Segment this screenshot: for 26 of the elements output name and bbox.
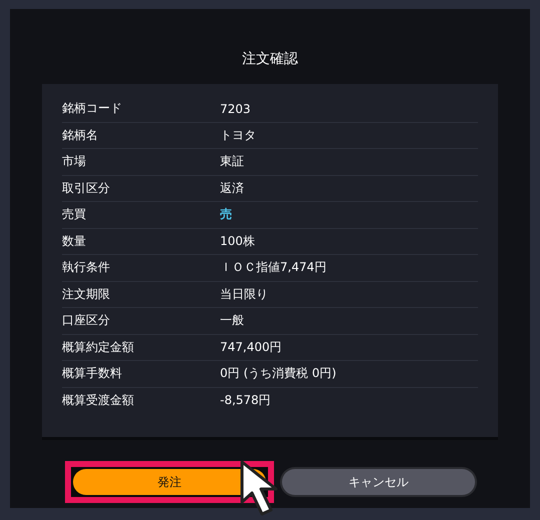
dialog-title: 注文確認 <box>242 50 298 69</box>
field-value: 7203 <box>220 102 251 116</box>
field-value: 東証 <box>220 153 244 170</box>
field-label: 注文期限 <box>62 286 111 303</box>
field-value: トヨタ <box>220 126 256 144</box>
field-label: 数量 <box>62 232 87 250</box>
field-label: 銘柄名 <box>62 126 99 144</box>
field-value: 売 <box>220 206 232 224</box>
field-value: 一般 <box>220 312 244 330</box>
field-value: 0円 (うち消費税 0円) <box>220 365 336 382</box>
cancel-button[interactable]: キャンセル <box>282 469 475 495</box>
field-value: ＩＯＣ指値7,474円 <box>220 259 326 276</box>
field-label: 概算手数料 <box>62 365 123 382</box>
field-label: 取引区分 <box>62 180 111 197</box>
field-label: 売買 <box>62 206 87 224</box>
field-label: 市場 <box>62 153 87 170</box>
field-value: 100株 <box>220 232 255 250</box>
field-value: 747,400円 <box>220 338 282 356</box>
field-value: 当日限り <box>220 286 268 303</box>
field-label: 概算約定金額 <box>62 338 135 356</box>
field-label: 銘柄コード <box>62 100 123 118</box>
field-label: 執行条件 <box>62 259 111 276</box>
field-value: -8,578円 <box>220 392 271 409</box>
field-value: 返済 <box>220 180 244 197</box>
field-label: 口座区分 <box>62 312 111 330</box>
field-label: 概算受渡金額 <box>62 392 135 409</box>
